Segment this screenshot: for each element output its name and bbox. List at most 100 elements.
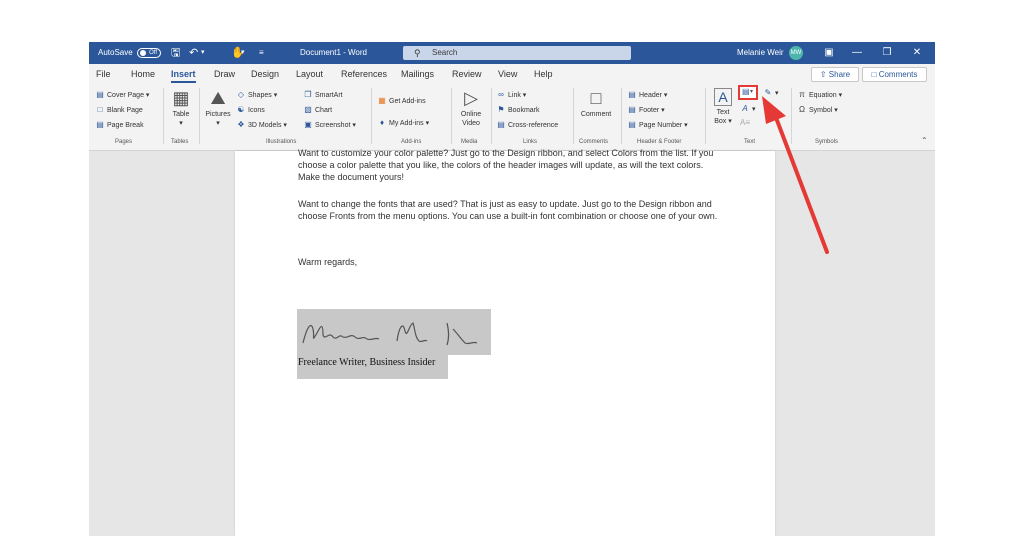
my-addins-button[interactable]: ♦ My Add-ins ▾ xyxy=(377,118,429,129)
minimize-icon[interactable]: — xyxy=(847,42,867,64)
page-break-button[interactable]: ▤ Page Break xyxy=(95,120,143,131)
object-button[interactable]: ▣ xyxy=(765,104,777,115)
ribbon-display-icon[interactable]: ▣ xyxy=(819,42,839,64)
shapes-button[interactable]: ◇ Shapes ▾ xyxy=(236,90,277,101)
autosave-toggle[interactable]: Off xyxy=(137,48,161,58)
tab-mailings[interactable]: Mailings xyxy=(401,69,434,79)
document-area: Want to customize your color palette? Ju… xyxy=(89,148,935,536)
group-separator xyxy=(491,88,492,144)
my-addins-icon: ♦ xyxy=(379,118,385,127)
chevron-down-icon: ▾ xyxy=(750,89,754,95)
table-button[interactable]: ▦ Table ▾ xyxy=(167,88,195,128)
tab-layout[interactable]: Layout xyxy=(296,69,323,79)
search-box[interactable]: ⚲ Search xyxy=(403,46,631,60)
symbol-button[interactable]: Ω Symbol ▾ xyxy=(797,105,838,116)
comments-button[interactable]: □ Comments xyxy=(862,67,927,82)
3d-models-button[interactable]: ❖ 3D Models ▾ xyxy=(236,120,287,131)
smartart-button[interactable]: ❐ SmartArt xyxy=(303,90,342,101)
page-number-button[interactable]: ▤ Page Number ▾ xyxy=(627,120,687,131)
menu-tabs: File Home Insert Draw Design Layout Refe… xyxy=(89,64,935,84)
group-label-comments: Comments xyxy=(579,139,609,145)
get-addins-button[interactable]: ▦ Get Add-ins xyxy=(377,96,425,107)
group-label-text: Text xyxy=(744,139,756,145)
drop-cap-button[interactable]: A≡ xyxy=(740,118,752,129)
undo-dropdown-icon[interactable]: ▾ xyxy=(201,42,205,64)
wordart-icon: A xyxy=(742,104,748,113)
link-button[interactable]: ∞ Link ▾ xyxy=(496,90,526,101)
cover-page-button[interactable]: ▤ Cover Page ▾ xyxy=(95,90,149,101)
blank-page-button[interactable]: □ Blank Page xyxy=(95,105,143,116)
signature-title-highlight[interactable]: Freelance Writer, Business Insider xyxy=(297,355,448,379)
signature-image[interactable] xyxy=(297,309,491,355)
tab-help[interactable]: Help xyxy=(534,69,553,79)
group-separator xyxy=(705,88,706,144)
pictures-icon: ⛰ xyxy=(210,88,226,108)
cross-reference-button[interactable]: ▤ Cross-reference xyxy=(496,120,558,131)
page-number-icon: ▤ xyxy=(628,120,636,129)
cross-reference-icon: ▤ xyxy=(497,120,505,129)
collapse-ribbon-icon[interactable]: ⌃ xyxy=(921,136,928,145)
comment-icon: □ xyxy=(871,70,879,79)
group-separator xyxy=(371,88,372,144)
undo-icon[interactable]: ↶ xyxy=(189,42,198,64)
tab-draw[interactable]: Draw xyxy=(214,69,235,79)
header-button[interactable]: ▤ Header ▾ xyxy=(627,90,667,101)
title-bar: AutoSave Off 🖫 ↶ ▾ ✋ ▾ ≡ Document1 - Wor… xyxy=(89,42,935,64)
closing-line[interactable]: Warm regards, xyxy=(298,256,718,268)
signature-line-button[interactable]: ✎ ▾ xyxy=(763,88,779,99)
group-label-illustrations: Illustrations xyxy=(266,139,297,145)
touch-dropdown-icon[interactable]: ▾ xyxy=(241,42,245,64)
tab-file[interactable]: File xyxy=(96,69,111,79)
group-label-media: Media xyxy=(461,139,478,145)
text-box-button[interactable]: A Text Box ▾ xyxy=(710,88,736,126)
equation-button[interactable]: π Equation ▾ xyxy=(797,90,842,101)
comment-icon: □ xyxy=(590,88,602,108)
maximize-icon[interactable]: ❐ xyxy=(877,42,897,64)
insert-ribbon: ▤ Cover Page ▾ □ Blank Page ▤ Page Break Pa… xyxy=(89,84,935,151)
signature-title: Freelance Writer, Business Insider xyxy=(298,357,436,368)
chart-icon: ▧ xyxy=(304,105,312,114)
footer-button[interactable]: ▤ Footer ▾ xyxy=(627,105,664,116)
icons-button[interactable]: ☯ Icons xyxy=(236,105,264,116)
shapes-icon: ◇ xyxy=(237,90,245,99)
tab-home[interactable]: Home xyxy=(131,69,155,79)
omega-icon: Ω xyxy=(799,105,805,114)
new-comment-button[interactable]: □ Comment xyxy=(577,88,615,119)
online-video-button[interactable]: ▷ Online Video xyxy=(455,88,487,128)
chart-button[interactable]: ▧ Chart xyxy=(303,105,332,116)
body-paragraph[interactable]: Want to change the fonts that are used? … xyxy=(298,198,718,222)
user-name[interactable]: Melanie Weir xyxy=(737,42,784,64)
tab-design[interactable]: Design xyxy=(251,69,279,79)
close-icon[interactable]: ✕ xyxy=(907,42,927,64)
body-paragraph[interactable]: Want to customize your color palette? Ju… xyxy=(298,147,718,183)
customize-toolbar-icon[interactable]: ≡ xyxy=(259,42,264,64)
group-separator xyxy=(573,88,574,144)
document-page[interactable]: Want to customize your color palette? Ju… xyxy=(235,148,775,536)
group-separator xyxy=(163,88,164,144)
tab-view[interactable]: View xyxy=(498,69,517,79)
header-icon: ▤ xyxy=(628,90,636,99)
icons-icon: ☯ xyxy=(237,105,245,114)
drop-cap-icon: A≡ xyxy=(740,118,751,127)
group-label-addins: Add-ins xyxy=(401,139,422,145)
tab-insert[interactable]: Insert xyxy=(171,69,196,83)
save-icon[interactable]: 🖫 xyxy=(171,42,180,64)
group-separator xyxy=(451,88,452,144)
avatar[interactable]: MW xyxy=(789,46,803,60)
bookmark-button[interactable]: ⚑ Bookmark xyxy=(496,105,539,116)
quick-parts-button[interactable]: ▤ ▾ xyxy=(738,85,758,100)
blank-page-icon: □ xyxy=(97,105,103,114)
bookmark-icon: ⚑ xyxy=(497,105,505,114)
tab-review[interactable]: Review xyxy=(452,69,482,79)
tab-references[interactable]: References xyxy=(341,69,387,79)
screenshot-button[interactable]: ▣ Screenshot ▾ xyxy=(303,120,356,131)
word-window: AutoSave Off 🖫 ↶ ▾ ✋ ▾ ≡ Document1 - Wor… xyxy=(89,42,935,536)
comments-label: Comments xyxy=(878,70,918,79)
pictures-button[interactable]: ⛰ Pictures ▾ xyxy=(203,88,233,128)
handwritten-signature-icon xyxy=(302,322,478,346)
share-button[interactable]: ⇧ Share xyxy=(811,67,859,82)
group-separator xyxy=(621,88,622,144)
group-label-symbols: Symbols xyxy=(815,139,839,145)
page-break-icon: ▤ xyxy=(96,120,104,129)
wordart-button[interactable]: A ▾ xyxy=(740,104,755,115)
